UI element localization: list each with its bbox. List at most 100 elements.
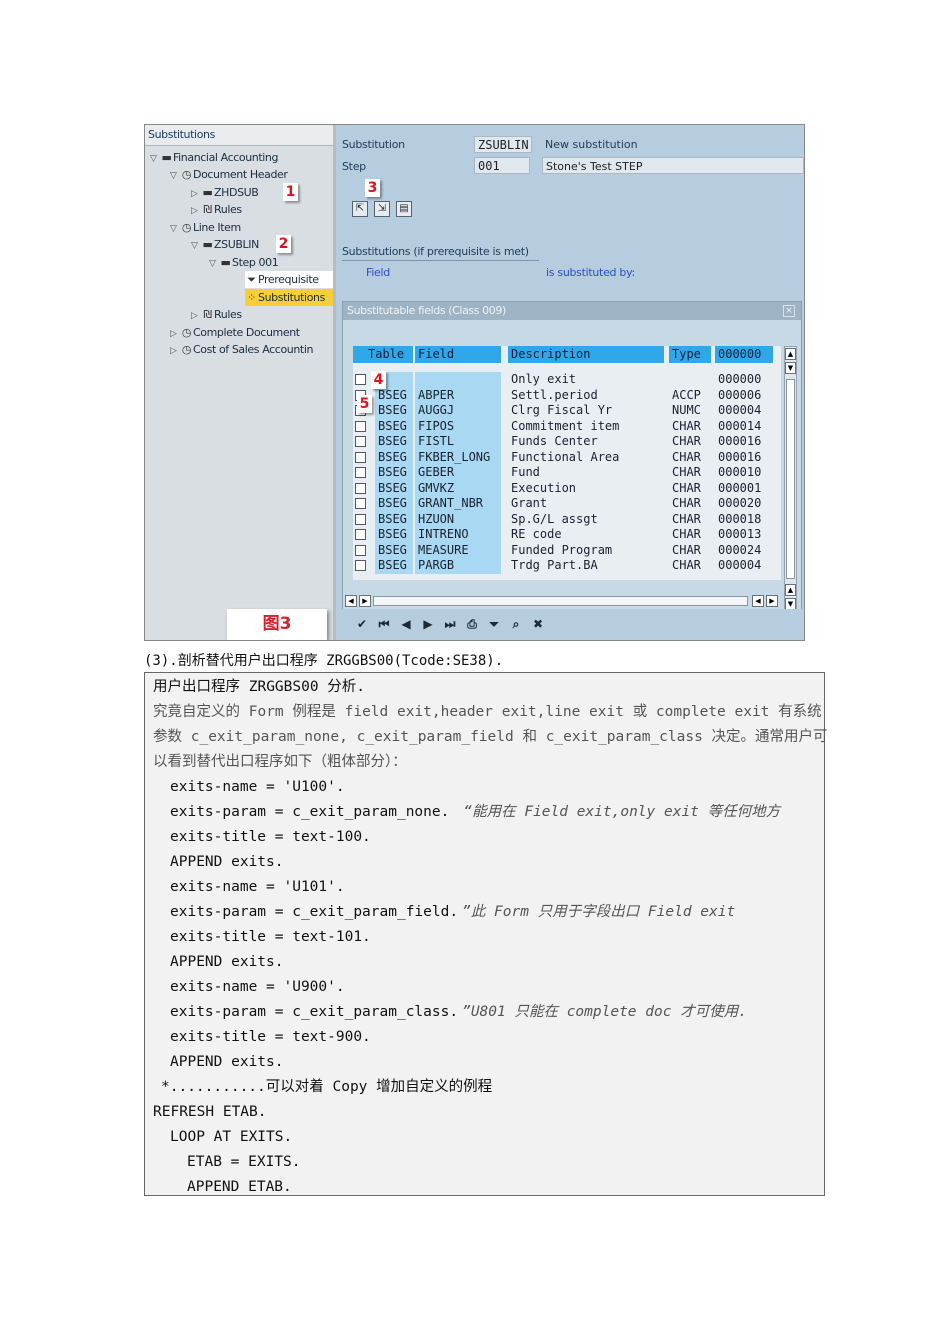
row-checkbox[interactable] [355, 451, 366, 463]
step-field[interactable]: 001 [474, 157, 530, 174]
table-row[interactable]: BSEG GMVKZ Execution CHAR 000001 [353, 480, 781, 496]
row-checkbox[interactable] [355, 544, 366, 556]
scroll-left-icon[interactable]: ◀ [752, 595, 764, 607]
row-checkbox[interactable] [355, 482, 366, 494]
row-checkbox[interactable] [355, 513, 366, 525]
tree-node-document-header[interactable]: ▽ ◷ Document Header [170, 166, 288, 183]
tree-node-complete-document[interactable]: ▷ ◷ Complete Document [170, 324, 300, 341]
table-row[interactable]: BSEG PARGB Trdg Part.BA CHAR 000004 [353, 558, 781, 574]
substitutions-tab[interactable]: Substitutions (if prerequisite is met) [342, 243, 539, 261]
checkmark-icon[interactable]: ✔ [354, 616, 370, 632]
column-header-type[interactable]: Type [669, 346, 711, 363]
cell-description: Sp.G/L assgt [511, 511, 598, 526]
scroll-thumb[interactable] [786, 379, 795, 579]
cell-description: Funds Center [511, 434, 598, 448]
cell-type: CHAR [672, 527, 701, 541]
table-row[interactable]: BSEG ABPER Settl.period ACCP 000006 [353, 387, 781, 403]
table-row[interactable]: BSEG FISTL Funds Center CHAR 000016 [353, 434, 781, 450]
cancel-icon[interactable]: ✖ [530, 616, 546, 632]
row-checkbox[interactable] [355, 467, 366, 478]
step-description-field[interactable]: Stone's Test STEP [542, 157, 804, 174]
expand-down-icon[interactable]: ▽ [209, 256, 219, 273]
last-page-icon[interactable]: ⏭ [442, 616, 458, 632]
code-line: LOOP AT EXITS. [170, 1129, 293, 1145]
cell-description: Clrg Fiscal Yr [511, 403, 613, 417]
column-header-description[interactable]: Description [508, 346, 664, 363]
table-row[interactable]: BSEG MEASURE Funded Program CHAR 000024 [353, 542, 781, 558]
row-checkbox[interactable] [355, 498, 366, 509]
expand-right-icon[interactable]: ▷ [191, 308, 201, 325]
column-header-table[interactable]: Table [353, 346, 413, 363]
cell-description: Only exit [511, 372, 577, 386]
table-row[interactable]: Only exit 000000 [353, 372, 781, 388]
table-row[interactable]: BSEG FIPOS Commitment item CHAR 000014 [353, 418, 781, 434]
expand-right-icon[interactable]: ▷ [191, 203, 201, 220]
step-label: Step [342, 160, 366, 173]
cell-description: Functional Area [511, 449, 620, 464]
tree-node-rules-1[interactable]: ▷ ₪ Rules [191, 201, 242, 218]
cell-description: Commitment item [511, 418, 620, 433]
find-icon[interactable]: ⌕ [508, 616, 524, 632]
table-row[interactable]: BSEG GRANT_NBR Grant CHAR 000020 [353, 496, 781, 512]
cell-table: BSEG [375, 496, 413, 512]
row-checkbox[interactable] [355, 436, 366, 447]
insert-exit-icon[interactable]: ⇲ [374, 201, 390, 217]
hscroll-thumb[interactable] [373, 596, 748, 606]
tree-node-zhdsub[interactable]: ▷ ▬ ZHDSUB [191, 184, 259, 201]
cell-length: 000024 [718, 542, 762, 557]
expand-down-icon[interactable]: ▽ [170, 168, 180, 185]
column-header-field[interactable]: Field [415, 346, 501, 363]
scroll-down-icon[interactable]: ▼ [785, 362, 796, 374]
substituted-by-label: is substituted by: [546, 266, 635, 279]
cell-field: AUGGJ [415, 403, 501, 419]
substitution-field[interactable]: ZSUBLIN [474, 136, 532, 153]
scroll-up-icon[interactable]: ▲ [785, 584, 796, 596]
vertical-scrollbar[interactable]: ▲ ▼ ▲ ▼ [784, 346, 797, 614]
table-row[interactable]: BSEG GEBER Fund CHAR 000010 [353, 465, 781, 481]
explanation-box: 用户出口程序 ZRGGBS00 分析. 究竟自定义的 Form 例程是 fiel… [144, 672, 828, 1196]
next-page-icon[interactable]: ▶ [420, 616, 436, 632]
tree-node-prerequisite[interactable]: ⏷ Prerequisite [245, 271, 333, 288]
code-line: REFRESH ETAB. [153, 1104, 267, 1120]
scroll-right-icon[interactable]: ▶ [359, 595, 371, 607]
clock-icon: ◷ [181, 221, 192, 234]
table-row[interactable]: BSEG AUGGJ Clrg Fiscal Yr NUMC 000004 [353, 403, 781, 419]
filter-icon[interactable]: ⏷ [486, 616, 502, 632]
tree-node-rules-2[interactable]: ▷ ₪ Rules [191, 306, 242, 323]
horizontal-scrollbar[interactable]: ◀ ▶ ◀ ▶ [345, 595, 780, 608]
tree-node-step-001[interactable]: ▽ ▬ Step 001 [209, 254, 279, 273]
tree-header: Substitutions [145, 125, 333, 146]
table-row[interactable]: BSEG HZUON Sp.G/L assgt CHAR 000018 [353, 511, 781, 527]
expand-down-icon[interactable]: ▽ [150, 151, 160, 168]
table-row[interactable]: BSEG FKBER_LONG Functional Area CHAR 000016 [353, 449, 781, 465]
table-row[interactable]: BSEG INTRENO RE code CHAR 000013 [353, 527, 781, 543]
cell-length: 000004 [718, 403, 762, 417]
scroll-left-icon[interactable]: ◀ [345, 595, 357, 607]
previous-page-icon[interactable]: ◀ [398, 616, 414, 632]
insert-entry-icon[interactable]: ⇱ [352, 201, 368, 217]
row-checkbox[interactable] [355, 374, 366, 385]
scroll-right-icon[interactable]: ▶ [766, 595, 778, 607]
row-checkbox[interactable] [355, 560, 366, 571]
tree-node-line-item[interactable]: ▽ ◷ Line Item [170, 219, 241, 236]
scroll-up-icon[interactable]: ▲ [785, 348, 796, 360]
row-checkbox[interactable] [355, 420, 366, 432]
tree-node-zsublin[interactable]: ▽ ▬ ZSUBLIN [191, 236, 259, 253]
expand-down-icon[interactable]: ▽ [191, 238, 201, 255]
column-header-length[interactable]: 000000 [715, 346, 773, 363]
rules-icon: ₪ [203, 203, 212, 216]
first-page-icon[interactable]: ⏮ [376, 616, 392, 632]
cell-field: PARGB [415, 558, 501, 574]
print-icon[interactable]: ⎙ [464, 616, 480, 632]
close-icon[interactable]: × [783, 305, 795, 317]
tree-node-substitutions[interactable]: ⁘ Substitutions [245, 289, 333, 306]
expand-right-icon[interactable]: ▷ [170, 343, 180, 360]
delete-entry-icon[interactable]: ▤ [396, 201, 412, 217]
row-checkbox[interactable] [355, 529, 366, 540]
tree-node-cost-of-sales[interactable]: ▷ ◷ Cost of Sales Accountin [170, 341, 313, 358]
code-line: exits-param = c_exit_param_class. ”U801 只… [170, 1004, 747, 1020]
expand-down-icon[interactable]: ▽ [170, 221, 180, 238]
cell-table: BSEG [375, 465, 413, 481]
tree-node-financial-accounting[interactable]: ▽ ▬ Financial Accounting [150, 149, 278, 166]
cell-description: Settl.period [511, 387, 598, 402]
